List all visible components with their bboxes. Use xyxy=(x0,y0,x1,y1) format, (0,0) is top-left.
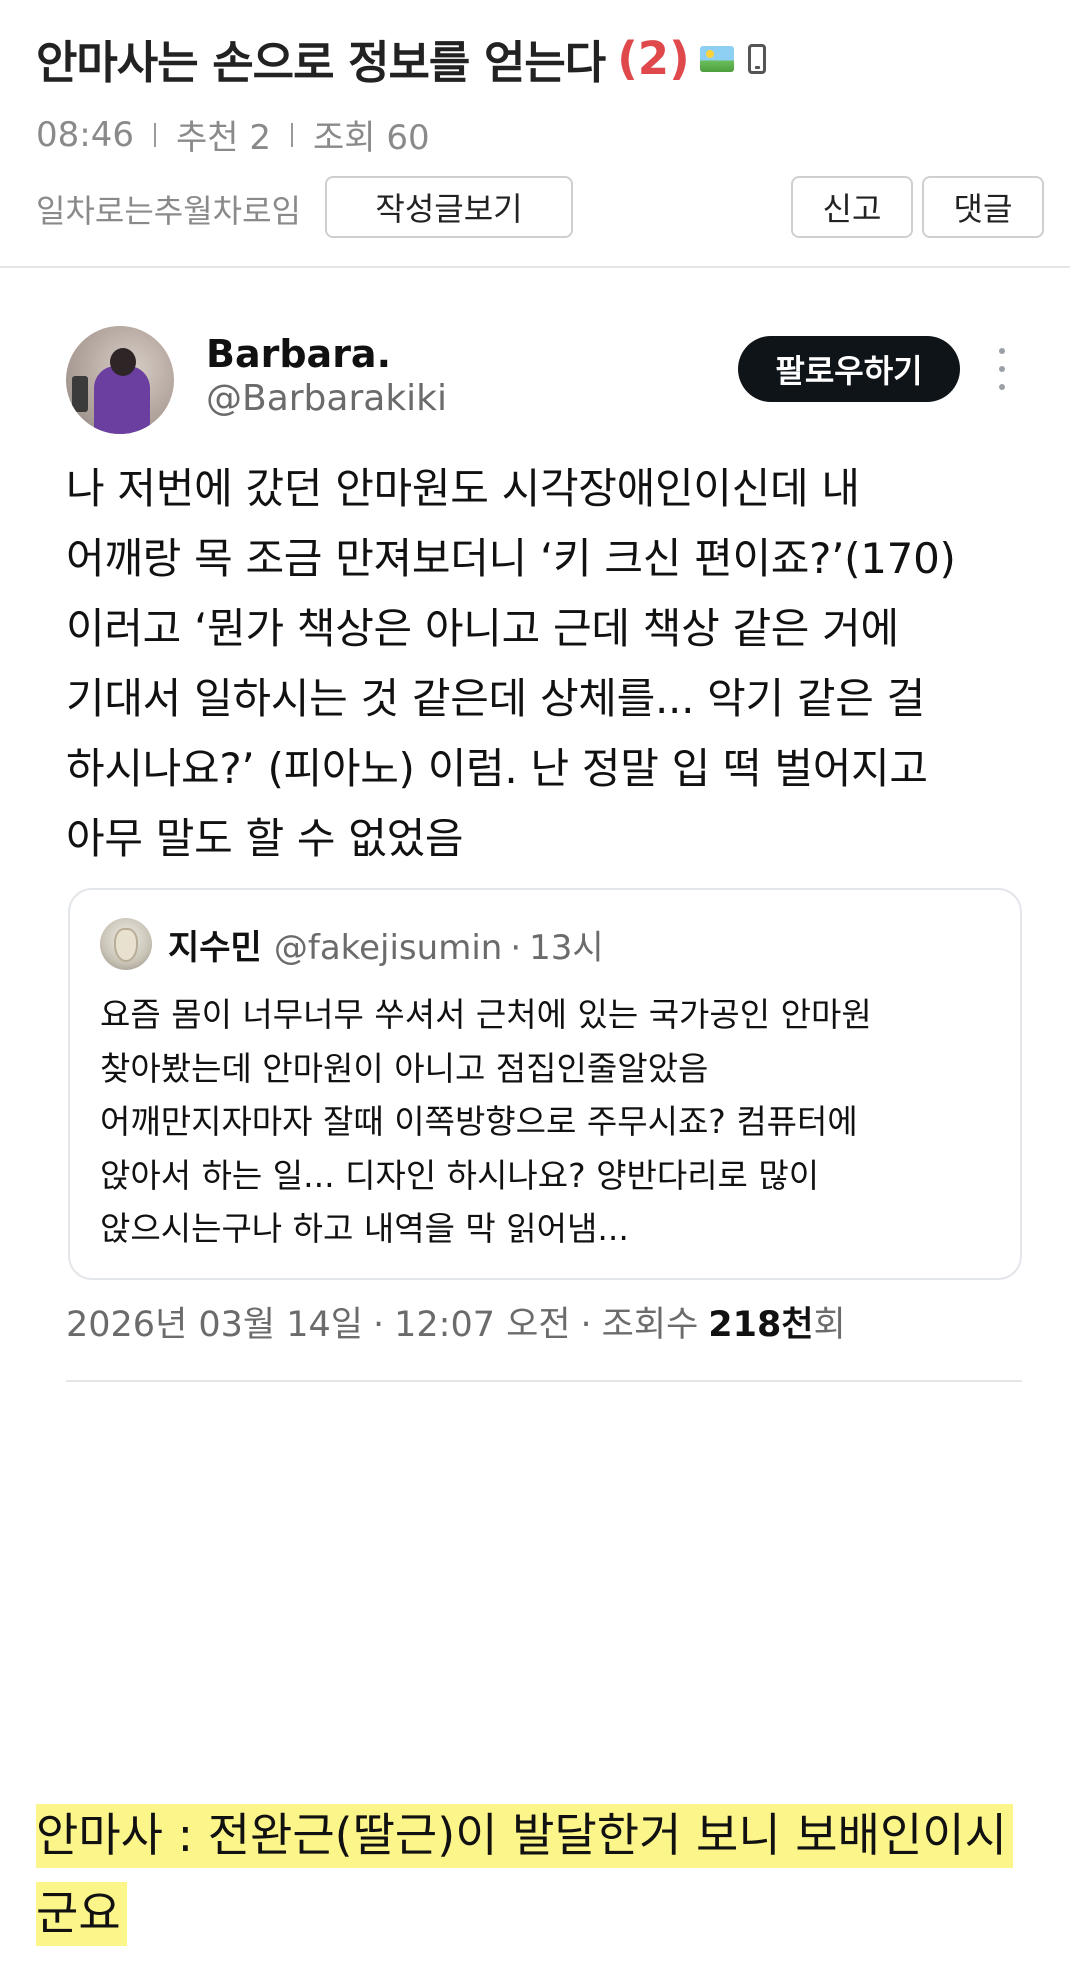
views-unit: 회 xyxy=(813,1305,846,1345)
meta-separator: · xyxy=(580,1305,592,1345)
post-meta: 08:46 추천 2 조회 60 xyxy=(36,110,430,159)
quote-line: 앉으시는구나 하고 내역을 막 읽어냄... xyxy=(100,1209,629,1248)
tweet-time: 12:07 오전 xyxy=(394,1305,571,1345)
more-options-icon[interactable] xyxy=(996,348,1008,390)
meta-divider xyxy=(290,122,293,147)
quote-line: 찾아봤는데 안마원이 아니고 점집인줄알았음 xyxy=(100,1048,709,1088)
quote-header: 지수민 @fakejisumin · 13시 xyxy=(168,920,604,969)
view-count: 조회 60 xyxy=(312,118,430,158)
tweet-meta: 2026년 03월 14일 · 12:07 오전 · 조회수 218천 회 xyxy=(66,1296,846,1347)
quote-line: 어깨만지자마자 잘때 이쪽방향으로 주무시죠? 컴퓨터에 xyxy=(100,1102,858,1141)
caption: 안마사 : 전완근(딸근)이 발달한거 보니 보배인이시 군요 xyxy=(36,1796,1046,1952)
tweet-text: 나 저번에 갔던 안마원도 시각장애인이신데 내 어깨랑 목 조금 만져보더니 … xyxy=(66,454,1016,874)
post-time: 08:46 xyxy=(36,114,134,155)
author-row: 일차로는추월차로임 작성글보기 신고 댓글 xyxy=(36,176,1044,240)
views-label: 조회수 xyxy=(601,1305,699,1345)
meta-divider xyxy=(153,122,156,147)
user-handle[interactable]: @Barbarakiki xyxy=(206,378,447,419)
report-button[interactable]: 신고 xyxy=(791,176,913,238)
quote-time: 13시 xyxy=(529,928,604,968)
caption-line: 군요 xyxy=(36,1882,127,1946)
title-icons xyxy=(699,43,766,74)
mobile-icon xyxy=(747,43,766,74)
tweet-date: 2026년 03월 14일 xyxy=(66,1305,363,1345)
quote-handle[interactable]: @fakejisumin xyxy=(274,928,502,968)
tweet-line: 기대서 일하시는 것 같은데 상체를... 악기 같은 걸 xyxy=(66,674,925,723)
tweet-line: 나 저번에 갔던 안마원도 시각장애인이신데 내 xyxy=(66,464,860,513)
title-row: 안마사는 손으로 정보를 얻는다 (2) xyxy=(36,26,766,91)
recommend-count: 추천 2 xyxy=(175,118,271,158)
comment-button[interactable]: 댓글 xyxy=(922,176,1044,238)
caption-line: 안마사 : 전완근(딸근)이 발달한거 보니 보배인이시 xyxy=(36,1804,1013,1868)
quote-separator: · xyxy=(510,928,522,968)
comment-count[interactable]: (2) xyxy=(617,32,689,85)
quote-display-name[interactable]: 지수민 xyxy=(168,920,262,969)
view-posts-button[interactable]: 작성글보기 xyxy=(325,176,573,238)
quote-avatar[interactable] xyxy=(100,918,152,970)
meta-separator: · xyxy=(373,1305,385,1345)
tweet-line: 하시나요?’ (피아노) 이럼. 난 정말 입 떡 벌어지고 xyxy=(66,744,928,793)
follow-button[interactable]: 팔로우하기 xyxy=(738,336,960,402)
quote-line: 요즘 몸이 너무너무 쑤셔서 근처에 있는 국가공인 안마원 xyxy=(100,995,872,1034)
display-name[interactable]: Barbara. xyxy=(206,332,391,376)
post-author[interactable]: 일차로는추월차로임 xyxy=(36,186,301,232)
quoted-tweet[interactable]: 지수민 @fakejisumin · 13시 요즘 몸이 너무너무 쑤셔서 근처… xyxy=(68,888,1022,1280)
post-title[interactable]: 안마사는 손으로 정보를 얻는다 xyxy=(36,26,606,91)
image-icon xyxy=(699,45,734,72)
divider xyxy=(66,1380,1022,1382)
post-header: 안마사는 손으로 정보를 얻는다 (2) 08:46 추천 2 조회 60 일차… xyxy=(0,0,1070,268)
tweet-line: 아무 말도 할 수 없었음 xyxy=(66,814,464,863)
quote-text: 요즘 몸이 너무너무 쑤셔서 근처에 있는 국가공인 안마원 찾아봤는데 안마원… xyxy=(100,988,1000,1256)
avatar[interactable] xyxy=(66,326,174,434)
quote-line: 앉아서 하는 일... 디자인 하시나요? 양반다리로 많이 xyxy=(100,1155,820,1195)
tweet-line: 어깨랑 목 조금 만져보더니 ‘키 크신 편이죠?’(170) xyxy=(66,534,956,583)
views-number: 218천 xyxy=(708,1305,814,1345)
tweet-line: 이러고 ‘뭔가 책상은 아니고 근데 책상 같은 거에 xyxy=(66,604,899,653)
